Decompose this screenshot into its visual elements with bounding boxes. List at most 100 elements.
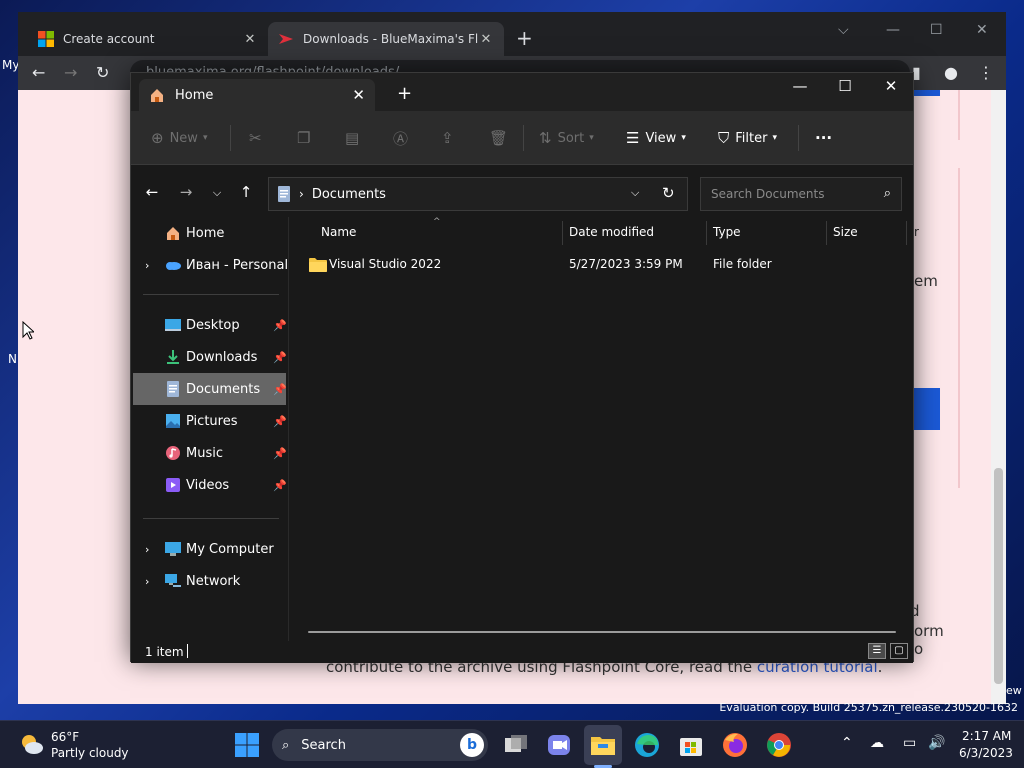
new-tab-button[interactable]: + (516, 26, 533, 50)
close-tab-icon[interactable]: ✕ (478, 32, 494, 47)
expand-chevron-icon[interactable]: › (145, 259, 149, 272)
explorer-tab-home[interactable]: Home ✕ (139, 79, 375, 111)
more-options-button[interactable]: ··· (815, 111, 832, 165)
scrollbar-thumb[interactable] (994, 468, 1003, 684)
column-header-name[interactable]: Name (321, 225, 356, 239)
nav-item-my-computer[interactable]: › My Computer (133, 533, 286, 565)
maximize-icon[interactable]: ☐ (830, 77, 860, 95)
weather-temperature[interactable]: 66°F (51, 730, 79, 744)
pin-icon[interactable]: 📌 (273, 319, 287, 332)
nav-item-videos[interactable]: Videos 📌 (133, 469, 287, 501)
column-header-size[interactable]: Size (833, 225, 858, 239)
file-explorer-icon[interactable] (590, 732, 616, 758)
chevron-down-icon[interactable]: ⌵ (631, 186, 639, 200)
weather-description[interactable]: Partly cloudy (51, 746, 129, 760)
page-scrollbar[interactable] (991, 90, 1006, 704)
menu-icon[interactable]: ⋮ (978, 63, 994, 82)
breadcrumb-documents[interactable]: Documents (312, 187, 386, 202)
pane-splitter[interactable] (288, 217, 289, 641)
weather-icon[interactable] (20, 733, 44, 755)
profile-icon[interactable]: ● (944, 63, 958, 82)
pin-icon[interactable]: 📌 (273, 447, 287, 460)
pin-icon[interactable]: 📌 (273, 383, 287, 396)
nav-item-music[interactable]: Music 📌 (133, 437, 287, 469)
desktop-icon-label[interactable]: N (8, 352, 17, 366)
horizontal-scrollbar[interactable] (308, 631, 896, 633)
windows-start-icon[interactable] (234, 732, 260, 758)
new-tab-button[interactable]: + (397, 83, 412, 104)
bing-icon[interactable]: b (460, 733, 484, 757)
share-button[interactable]: ⇪ (441, 111, 460, 165)
close-icon[interactable]: ✕ (876, 77, 906, 95)
copy-button[interactable]: ❐ (297, 111, 316, 165)
nav-item-network[interactable]: › Network (133, 565, 286, 597)
table-row[interactable]: Visual Studio 2022 5/27/2023 3:59 PM Fil… (301, 251, 901, 279)
chrome-tab-create-account[interactable]: Create account ✕ (28, 22, 268, 56)
refresh-icon[interactable]: ↻ (662, 184, 675, 202)
page-button-fragment[interactable] (910, 90, 940, 96)
pin-icon[interactable]: 📌 (273, 479, 287, 492)
tab-search-chevron-icon[interactable]: ⌵ (838, 22, 849, 38)
view-button[interactable]: ☰ View ▾ (626, 111, 686, 165)
clock-date[interactable]: 6/3/2023 (959, 746, 1013, 760)
edge-icon[interactable] (634, 732, 660, 758)
teams-icon[interactable] (546, 732, 572, 758)
store-icon[interactable] (678, 732, 704, 758)
forward-icon[interactable]: → (64, 63, 77, 82)
chrome-tab-downloads[interactable]: Downloads - BlueMaxima's Flash ✕ (268, 22, 504, 56)
column-header-date[interactable]: Date modified (569, 225, 654, 239)
delete-button[interactable]: 🗑 (489, 111, 514, 165)
thumbnail-view-icon[interactable]: ▢ (890, 643, 908, 659)
recent-locations-icon[interactable]: ⌵ (207, 186, 227, 200)
nav-item-desktop[interactable]: Desktop 📌 (133, 309, 287, 341)
minimize-icon[interactable]: — (886, 22, 900, 38)
column-header-type[interactable]: Type (713, 225, 741, 239)
page-download-button[interactable] (910, 388, 940, 430)
network-tray-icon[interactable]: ▭ (903, 735, 916, 751)
maximize-icon[interactable]: ☐ (930, 22, 943, 38)
search-input[interactable]: Search Documents ⌕ (700, 177, 902, 211)
cut-button[interactable]: ✂ (249, 111, 268, 165)
pin-icon[interactable]: 📌 (273, 351, 287, 364)
close-tab-icon[interactable]: ✕ (352, 86, 365, 104)
task-view-icon[interactable] (503, 732, 529, 758)
explorer-address-bar[interactable]: › Documents ⌵ ↻ (268, 177, 688, 211)
page-text-fragment: orm (914, 622, 944, 640)
column-divider[interactable] (826, 221, 827, 245)
minimize-icon[interactable]: — (785, 77, 815, 95)
up-icon[interactable]: ↑ (236, 183, 256, 201)
column-divider[interactable] (562, 221, 563, 245)
reload-icon[interactable]: ↻ (96, 63, 109, 82)
close-tab-icon[interactable]: ✕ (242, 32, 258, 47)
nav-item-pictures[interactable]: Pictures 📌 (133, 405, 287, 437)
show-hidden-icons-chevron-icon[interactable]: ⌃ (841, 735, 853, 751)
folder-icon (309, 258, 327, 272)
column-divider[interactable] (706, 221, 707, 245)
sort-button[interactable]: ⇅ Sort ▾ (539, 111, 594, 165)
pin-icon[interactable]: 📌 (273, 415, 287, 428)
back-icon[interactable]: ← (32, 63, 45, 82)
nav-item-downloads[interactable]: Downloads 📌 (133, 341, 287, 373)
new-button[interactable]: ⊕ New ▾ (151, 111, 207, 165)
back-icon[interactable]: ← (142, 183, 162, 201)
expand-chevron-icon[interactable]: › (145, 575, 149, 588)
nav-item-documents[interactable]: Documents 📌 (133, 373, 287, 405)
taskbar-search[interactable]: ⌕ Search b (272, 729, 488, 761)
volume-icon[interactable]: 🔊 (928, 735, 945, 751)
details-view-icon[interactable]: ☰ (868, 643, 886, 659)
clock-time[interactable]: 2:17 AM (962, 729, 1011, 743)
paste-button[interactable]: ▤ (345, 111, 365, 165)
nav-item-home[interactable]: Home (133, 217, 286, 249)
onedrive-status-icon[interactable]: ☁ (870, 735, 884, 751)
rename-button[interactable]: Ⓐ (393, 111, 414, 165)
firefox-icon[interactable] (722, 732, 748, 758)
desktop-icon-label[interactable]: My (2, 58, 19, 72)
page-text-fragment: r (914, 225, 919, 239)
column-divider[interactable] (906, 221, 907, 245)
filter-button[interactable]: ⛉ Filter ▾ (718, 111, 777, 165)
close-icon[interactable]: ✕ (976, 22, 988, 38)
forward-icon[interactable]: → (176, 183, 196, 201)
expand-chevron-icon[interactable]: › (145, 543, 149, 556)
chrome-icon[interactable] (766, 732, 792, 758)
nav-item-onedrive[interactable]: › Иван - Personal (133, 249, 288, 281)
